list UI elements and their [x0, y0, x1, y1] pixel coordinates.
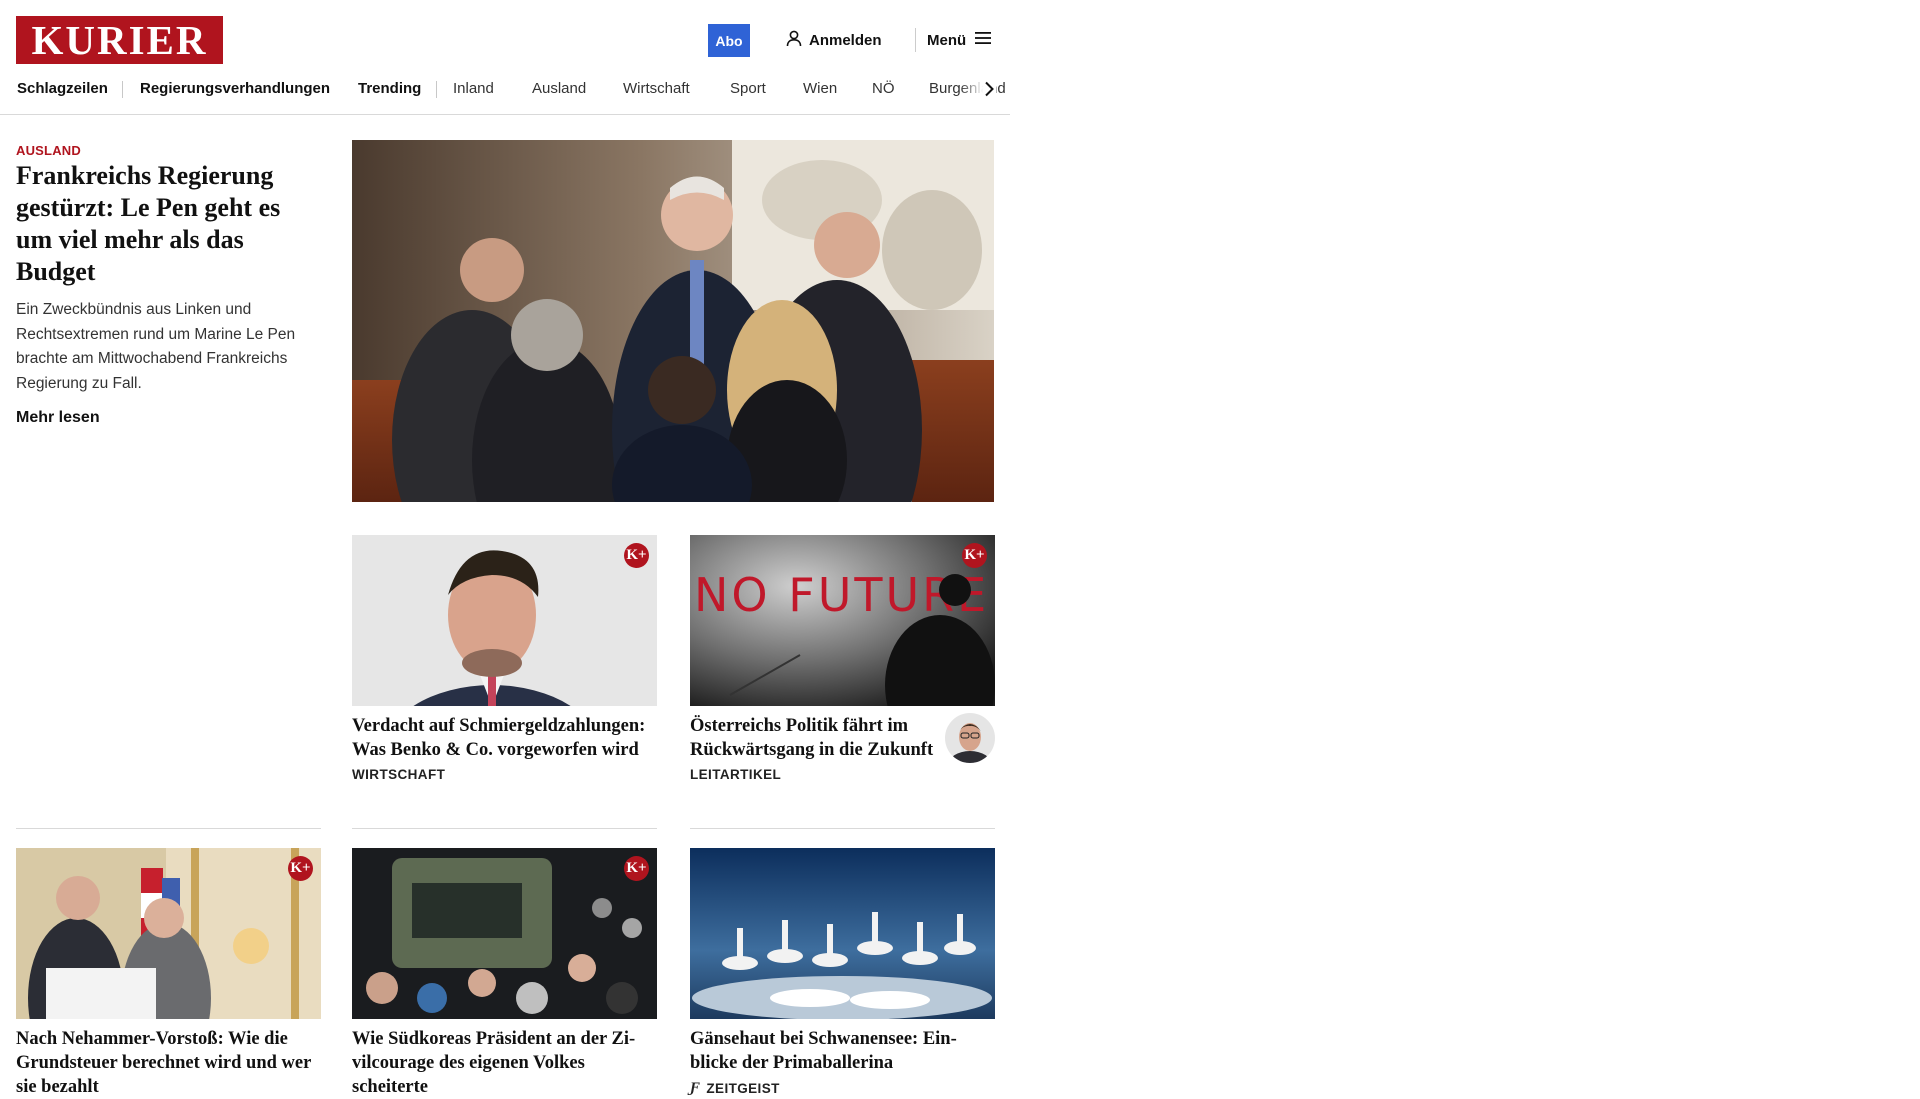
nav-separator: [122, 81, 123, 98]
article-image[interactable]: NO FUTURE K+: [690, 535, 995, 706]
nav-item-ausland[interactable]: Ausland: [532, 80, 586, 97]
article-image[interactable]: K+: [352, 535, 657, 706]
article-headline[interactable]: Nach Nehammer-Vorstoß: Wie die Grundsteu…: [16, 1027, 321, 1099]
row-divider: [690, 828, 995, 829]
lead-headline[interactable]: Frankreichs Regierung gestürzt: Le Pen g…: [16, 160, 316, 288]
menu-label: Menü: [927, 31, 967, 49]
section-nav: Schlagzeilen Regierungsverhandlungen Tre…: [0, 77, 1010, 101]
article-headline[interactable]: Verdacht auf Schmiergeldzahlun­gen: Was …: [352, 714, 657, 762]
article-headline[interactable]: Gänsehaut bei Schwanensee: Ein­blicke de…: [690, 1027, 995, 1075]
nav-item-inland[interactable]: Inland: [453, 80, 494, 97]
user-icon: [786, 30, 802, 51]
article-card[interactable]: K+ Nach Nehammer-Vorstoß: Wie die Grunds…: [16, 848, 321, 1099]
article-category[interactable]: LEITARTIKEL: [690, 767, 995, 782]
lead-teaser: Ein Zweckbündnis aus Linken und Rechtsex…: [16, 301, 296, 392]
article-image[interactable]: K+: [16, 848, 321, 1019]
article-image[interactable]: K+: [352, 848, 657, 1019]
article-category[interactable]: WIRTSCHAFT: [352, 767, 657, 782]
menu-button[interactable]: Menü: [927, 29, 992, 51]
page: KURIER Abo Anmelden Menü Schlagzeilen Re…: [0, 0, 1920, 1097]
nav-item-trending[interactable]: Trending: [358, 80, 421, 97]
article-category[interactable]: ƒ ZEITGEIST: [690, 1080, 995, 1097]
hamburger-menu-icon: [974, 31, 992, 49]
header-divider: [915, 28, 916, 52]
nav-item-noe[interactable]: NÖ: [872, 80, 895, 97]
article-card[interactable]: Gänsehaut bei Schwanensee: Ein­blicke de…: [690, 848, 995, 1097]
site-header: KURIER Abo Anmelden Menü Schlagzeilen Re…: [0, 0, 1010, 115]
row-divider: [352, 828, 657, 829]
kurier-logo[interactable]: KURIER: [16, 16, 223, 64]
k-plus-badge-icon: K+: [624, 856, 649, 881]
k-plus-badge-icon: K+: [288, 856, 313, 881]
nav-item-regierungsverhandlungen[interactable]: Regierungsverhandlungen: [140, 80, 330, 97]
nav-item-wien[interactable]: Wien: [803, 80, 837, 97]
login-label: Anmelden: [809, 31, 882, 49]
nav-separator: [436, 81, 437, 98]
k-plus-badge-icon: K+: [624, 543, 649, 568]
abo-button[interactable]: Abo: [708, 24, 750, 57]
lead-category[interactable]: AUSLAND: [16, 143, 81, 158]
article-headline[interactable]: Wie Südkoreas Präsident an der Zi­vilcou…: [352, 1027, 657, 1099]
nav-item-schlagzeilen[interactable]: Schlagzeilen: [17, 80, 108, 97]
chevron-right-icon[interactable]: [977, 77, 1001, 101]
article-card[interactable]: NO FUTURE K+ Österreichs Politik fährt i…: [690, 535, 995, 782]
row-divider: [16, 828, 321, 829]
article-headline[interactable]: Österreichs Politik fährt im Rückwärtsga…: [690, 714, 935, 762]
nav-item-wirtschaft[interactable]: Wirtschaft: [623, 80, 690, 97]
k-plus-badge-icon: K+: [962, 543, 987, 568]
zeitgeist-f-icon: ƒ: [690, 1080, 701, 1096]
login-button[interactable]: Anmelden: [786, 29, 882, 51]
read-more-link[interactable]: Mehr lesen: [16, 409, 100, 427]
author-avatar[interactable]: [945, 713, 995, 763]
article-image[interactable]: [690, 848, 995, 1019]
article-card[interactable]: K+ Wie Südkoreas Präsident an der Zi­vil…: [352, 848, 657, 1099]
lead-image[interactable]: [352, 140, 994, 502]
article-card[interactable]: K+ Verdacht auf Schmiergeldzahlun­gen: W…: [352, 535, 657, 782]
nav-item-sport[interactable]: Sport: [730, 80, 766, 97]
